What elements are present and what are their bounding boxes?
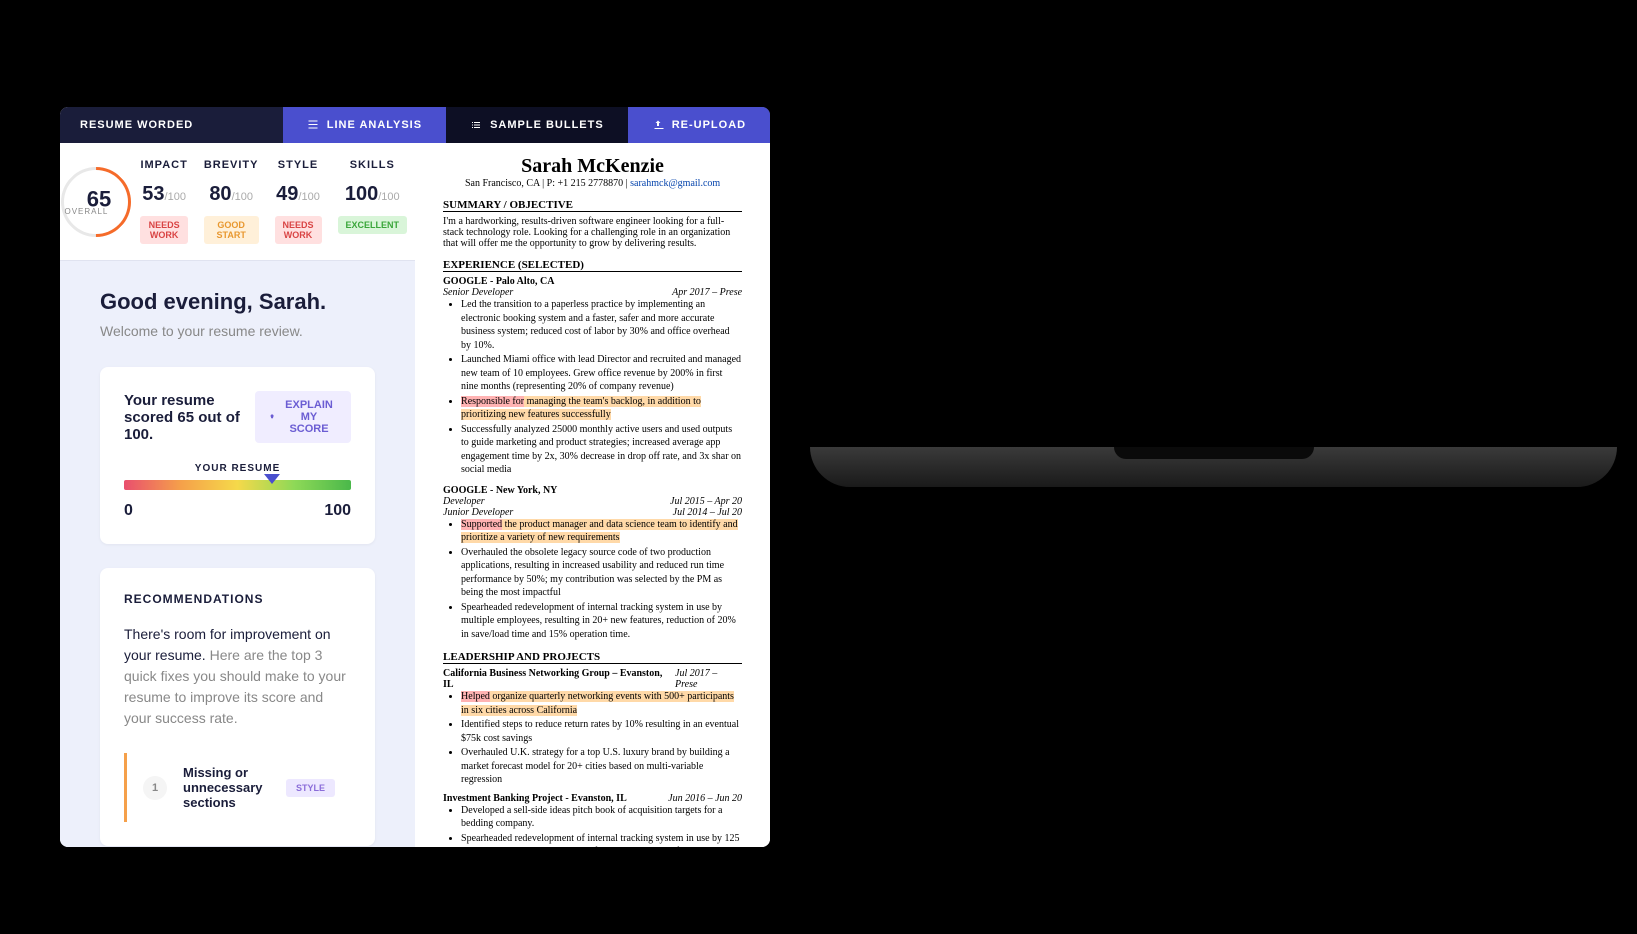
score-marker bbox=[264, 474, 280, 484]
line-analysis-icon bbox=[307, 119, 319, 131]
rec-number: 1 bbox=[143, 776, 167, 800]
score-panel: 65 OVERALL IMPACT53/100NEEDS WORKBREVITY… bbox=[60, 143, 415, 261]
score-title: Your resume scored 65 out of 100. bbox=[124, 392, 255, 443]
metric-impact[interactable]: IMPACT53/100NEEDS WORK bbox=[132, 159, 195, 244]
nav-sample-bullets[interactable]: SAMPLE BULLETS bbox=[446, 107, 628, 143]
score-slider bbox=[124, 480, 351, 490]
list-icon bbox=[470, 119, 482, 131]
metric-brevity[interactable]: BREVITY80/100GOOD START bbox=[196, 159, 267, 244]
upload-icon bbox=[652, 119, 664, 131]
recommendations-title: RECOMMENDATIONS bbox=[124, 592, 351, 606]
welcome-text: Welcome to your resume review. bbox=[100, 323, 375, 339]
rec-name: Missing or unnecessary sections bbox=[183, 765, 270, 810]
brand-logo: RESUME WORDED bbox=[60, 107, 283, 143]
metric-skills[interactable]: SKILLS100/100EXCELLENT bbox=[330, 159, 416, 244]
score-card: Your resume scored 65 out of 100. EXPLAI… bbox=[100, 367, 375, 544]
recommendations-card: RECOMMENDATIONS There's room for improve… bbox=[100, 568, 375, 846]
nav-reupload[interactable]: RE-UPLOAD bbox=[628, 107, 770, 143]
rec-badge: STYLE bbox=[286, 779, 335, 797]
greeting: Good evening, Sarah. bbox=[100, 289, 375, 315]
explain-score-button[interactable]: EXPLAIN MY SCORE bbox=[255, 391, 351, 443]
metric-style[interactable]: STYLE49/100NEEDS WORK bbox=[267, 159, 330, 244]
email-link[interactable]: sarahmck@gmail.com bbox=[630, 178, 720, 189]
resume-preview: Sarah McKenzie San Francisco, CA | P: +1… bbox=[415, 143, 770, 847]
lightbulb-icon bbox=[269, 411, 275, 423]
recommendation-item[interactable]: 1 Missing or unnecessary sections STYLE bbox=[124, 753, 351, 822]
recommendations-intro: There's room for improvement on your res… bbox=[124, 624, 351, 729]
overall-score: 65 OVERALL bbox=[60, 159, 132, 244]
nav-line-analysis[interactable]: LINE ANALYSIS bbox=[283, 107, 446, 143]
slider-label: YOUR RESUME bbox=[124, 463, 351, 474]
